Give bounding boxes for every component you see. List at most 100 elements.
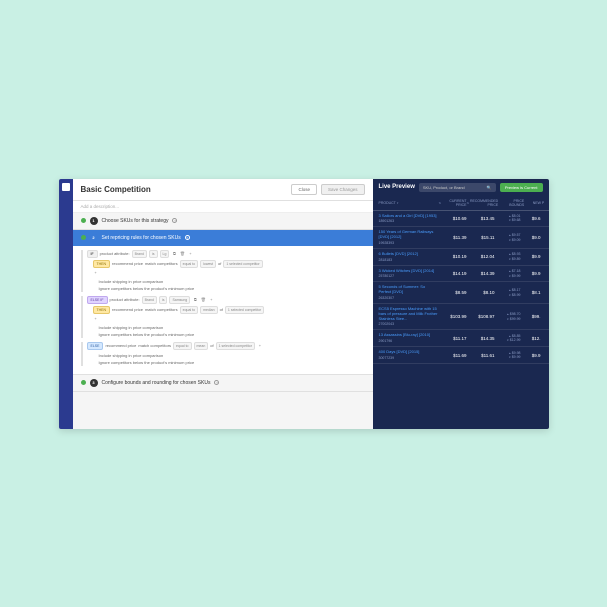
add-rule-icon[interactable]: +: [93, 316, 99, 322]
add-rule-icon[interactable]: +: [93, 270, 99, 276]
search-input[interactable]: SKU, Product, or Brand 🔍: [419, 183, 496, 192]
competitor-select[interactable]: 1 selected competitor: [225, 306, 264, 314]
option-ignore-min[interactable]: Ignore competitors below the product's m…: [93, 331, 365, 338]
cell-recommended: $11.61: [467, 350, 495, 360]
main-panel: Basic Competition Close Save Changes Add…: [73, 179, 373, 429]
option-ignore-min[interactable]: Ignore competitors below the product's m…: [93, 285, 365, 292]
agg-select[interactable]: median: [200, 306, 217, 314]
cell-new: $9.6: [521, 214, 541, 224]
is-select[interactable]: is: [149, 250, 158, 258]
step-3[interactable]: 3 Configure bounds and rounding for chos…: [73, 375, 373, 392]
step-1[interactable]: 1 Choose SKUs for this strategy ?: [73, 213, 373, 230]
brand-value[interactable]: Lg: [160, 250, 170, 258]
competitor-select[interactable]: 1 selected competitor: [223, 260, 262, 268]
save-button[interactable]: Save Changes: [321, 184, 365, 195]
agg-select[interactable]: mean: [194, 342, 209, 350]
col-current[interactable]: ⇅CURRENT PRICE: [439, 199, 467, 207]
info-icon[interactable]: ?: [214, 380, 219, 385]
option-shipping[interactable]: Include shipping in price comparison: [93, 324, 365, 331]
cell-new: $9.9: [521, 269, 541, 279]
table-row[interactable]: 5 Seconds of Summer: So Perfect [DVD]263…: [373, 282, 549, 304]
cell-bounds: $8.93$9.89: [495, 252, 521, 262]
if-pill: IF: [87, 250, 98, 258]
table-row[interactable]: ECS5 Espresso Machine with 15 bars of pr…: [373, 304, 549, 330]
cell-new: $8.1: [521, 285, 541, 300]
delete-icon[interactable]: 🗑: [179, 251, 185, 257]
app-logo[interactable]: [62, 183, 70, 191]
cell-current: $11.69: [439, 350, 467, 360]
step-title: Configure bounds and rounding for chosen…: [102, 380, 211, 386]
cell-product: 13 Assassins [Blu-ray] [2010]2901796: [379, 333, 439, 343]
competitor-select[interactable]: 1 selected competitor: [216, 342, 255, 350]
copy-icon[interactable]: ⧉: [171, 251, 177, 257]
cell-bounds: $98.70$99.99: [495, 307, 521, 326]
header: Basic Competition Close Save Changes: [73, 179, 373, 201]
status-dot-icon: [81, 218, 86, 223]
sort-icon: ⇅: [467, 201, 470, 205]
match-label: match competitors: [145, 261, 178, 266]
cell-current: $8.59: [439, 285, 467, 300]
attr-label: product attribute:: [100, 251, 130, 256]
status-dot-icon: [81, 235, 86, 240]
col-bounds[interactable]: PRICE BOUNDS: [498, 199, 524, 207]
add-icon[interactable]: +: [208, 297, 214, 303]
table-body: 3 Sailors and a Girl [DVD] [1953]1890126…: [373, 211, 549, 365]
table-row[interactable]: 3 Sailors and a Girl [DVD] [1953]1890126…: [373, 211, 549, 228]
table-row[interactable]: 400 Days [DVD] [2015]30077239$11.69$11.6…: [373, 347, 549, 364]
cell-current: $10.69: [439, 214, 467, 224]
search-placeholder: SKU, Product, or Brand: [423, 185, 465, 190]
option-shipping[interactable]: Include shipping in price comparison: [93, 278, 365, 285]
equal-select[interactable]: equal to: [180, 306, 198, 314]
brand-value[interactable]: Samsung: [169, 296, 190, 304]
col-recommended[interactable]: ⇅RECOMMENDED PRICE: [467, 199, 499, 207]
search-icon[interactable]: 🔍: [487, 185, 492, 190]
cell-bounds: $8.85$12.99: [495, 333, 521, 343]
is-select[interactable]: is: [159, 296, 168, 304]
preview-table: PRODUCT▾ ⇅CURRENT PRICE ⇅RECOMMENDED PRI…: [373, 196, 549, 429]
table-row[interactable]: 6 Bullets [DVD] [2012]2818183$10.19$12.0…: [373, 249, 549, 266]
step-number: 3: [90, 379, 98, 387]
cell-product: 3 Sailors and a Girl [DVD] [1953]1890126…: [379, 214, 439, 224]
equal-select[interactable]: equal to: [173, 342, 191, 350]
preview-status-button[interactable]: Preview is Current: [500, 183, 543, 192]
equal-select[interactable]: equal to: [180, 260, 198, 268]
cell-recommended: $8.10: [467, 285, 495, 300]
app-window: Basic Competition Close Save Changes Add…: [59, 179, 549, 429]
delete-icon[interactable]: 🗑: [200, 297, 206, 303]
cell-current: $14.19: [439, 269, 467, 279]
option-shipping[interactable]: Include shipping in price comparison: [93, 352, 365, 359]
description-field[interactable]: Add a description...: [73, 201, 373, 213]
cell-bounds: $8.17$8.99: [495, 285, 521, 300]
step-number: 2: [90, 234, 98, 242]
cell-recommended: $14.35: [467, 333, 495, 343]
cell-new: $99.: [521, 307, 541, 326]
col-product[interactable]: PRODUCT▾: [379, 199, 439, 207]
info-icon[interactable]: ?: [172, 218, 177, 223]
brand-select[interactable]: Brand: [132, 250, 147, 258]
agg-select[interactable]: lowest: [200, 260, 216, 268]
table-header: PRODUCT▾ ⇅CURRENT PRICE ⇅RECOMMENDED PRI…: [373, 196, 549, 211]
then-pill: THEN: [93, 306, 111, 314]
table-row[interactable]: 13 Assassins [Blu-ray] [2010]2901796$11.…: [373, 330, 549, 347]
else-pill: ELSE: [87, 342, 104, 350]
cell-recommended: $15.11: [467, 230, 495, 245]
cell-bounds: $8.01$9.68: [495, 214, 521, 224]
copy-icon[interactable]: ⧉: [192, 297, 198, 303]
close-button[interactable]: Close: [291, 184, 317, 195]
col-new[interactable]: NEW P: [524, 199, 544, 207]
cell-product: 400 Days [DVD] [2015]30077239: [379, 350, 439, 360]
cell-bounds: $9.57$9.09: [495, 230, 521, 245]
option-ignore-min[interactable]: Ignore competitors below the product's m…: [93, 359, 365, 366]
step-title: Choose SKUs for this strategy: [102, 218, 169, 224]
cell-new: $9.9: [521, 252, 541, 262]
brand-select[interactable]: Brand: [142, 296, 157, 304]
info-icon[interactable]: ?: [185, 235, 190, 240]
table-row[interactable]: 150 Years of German Railways [DVD] [2012…: [373, 227, 549, 249]
rule-elseif-block: ELSE IF product attribute: Brand is Sams…: [81, 296, 365, 338]
cell-product: 3 Wicked Witches [DVD] [2014]25780127: [379, 269, 439, 279]
cell-recommended: $14.39: [467, 269, 495, 279]
cell-current: $103.99: [439, 307, 467, 326]
table-row[interactable]: 3 Wicked Witches [DVD] [2014]25780127$14…: [373, 266, 549, 283]
add-icon[interactable]: +: [187, 251, 193, 257]
add-icon[interactable]: +: [257, 343, 263, 349]
